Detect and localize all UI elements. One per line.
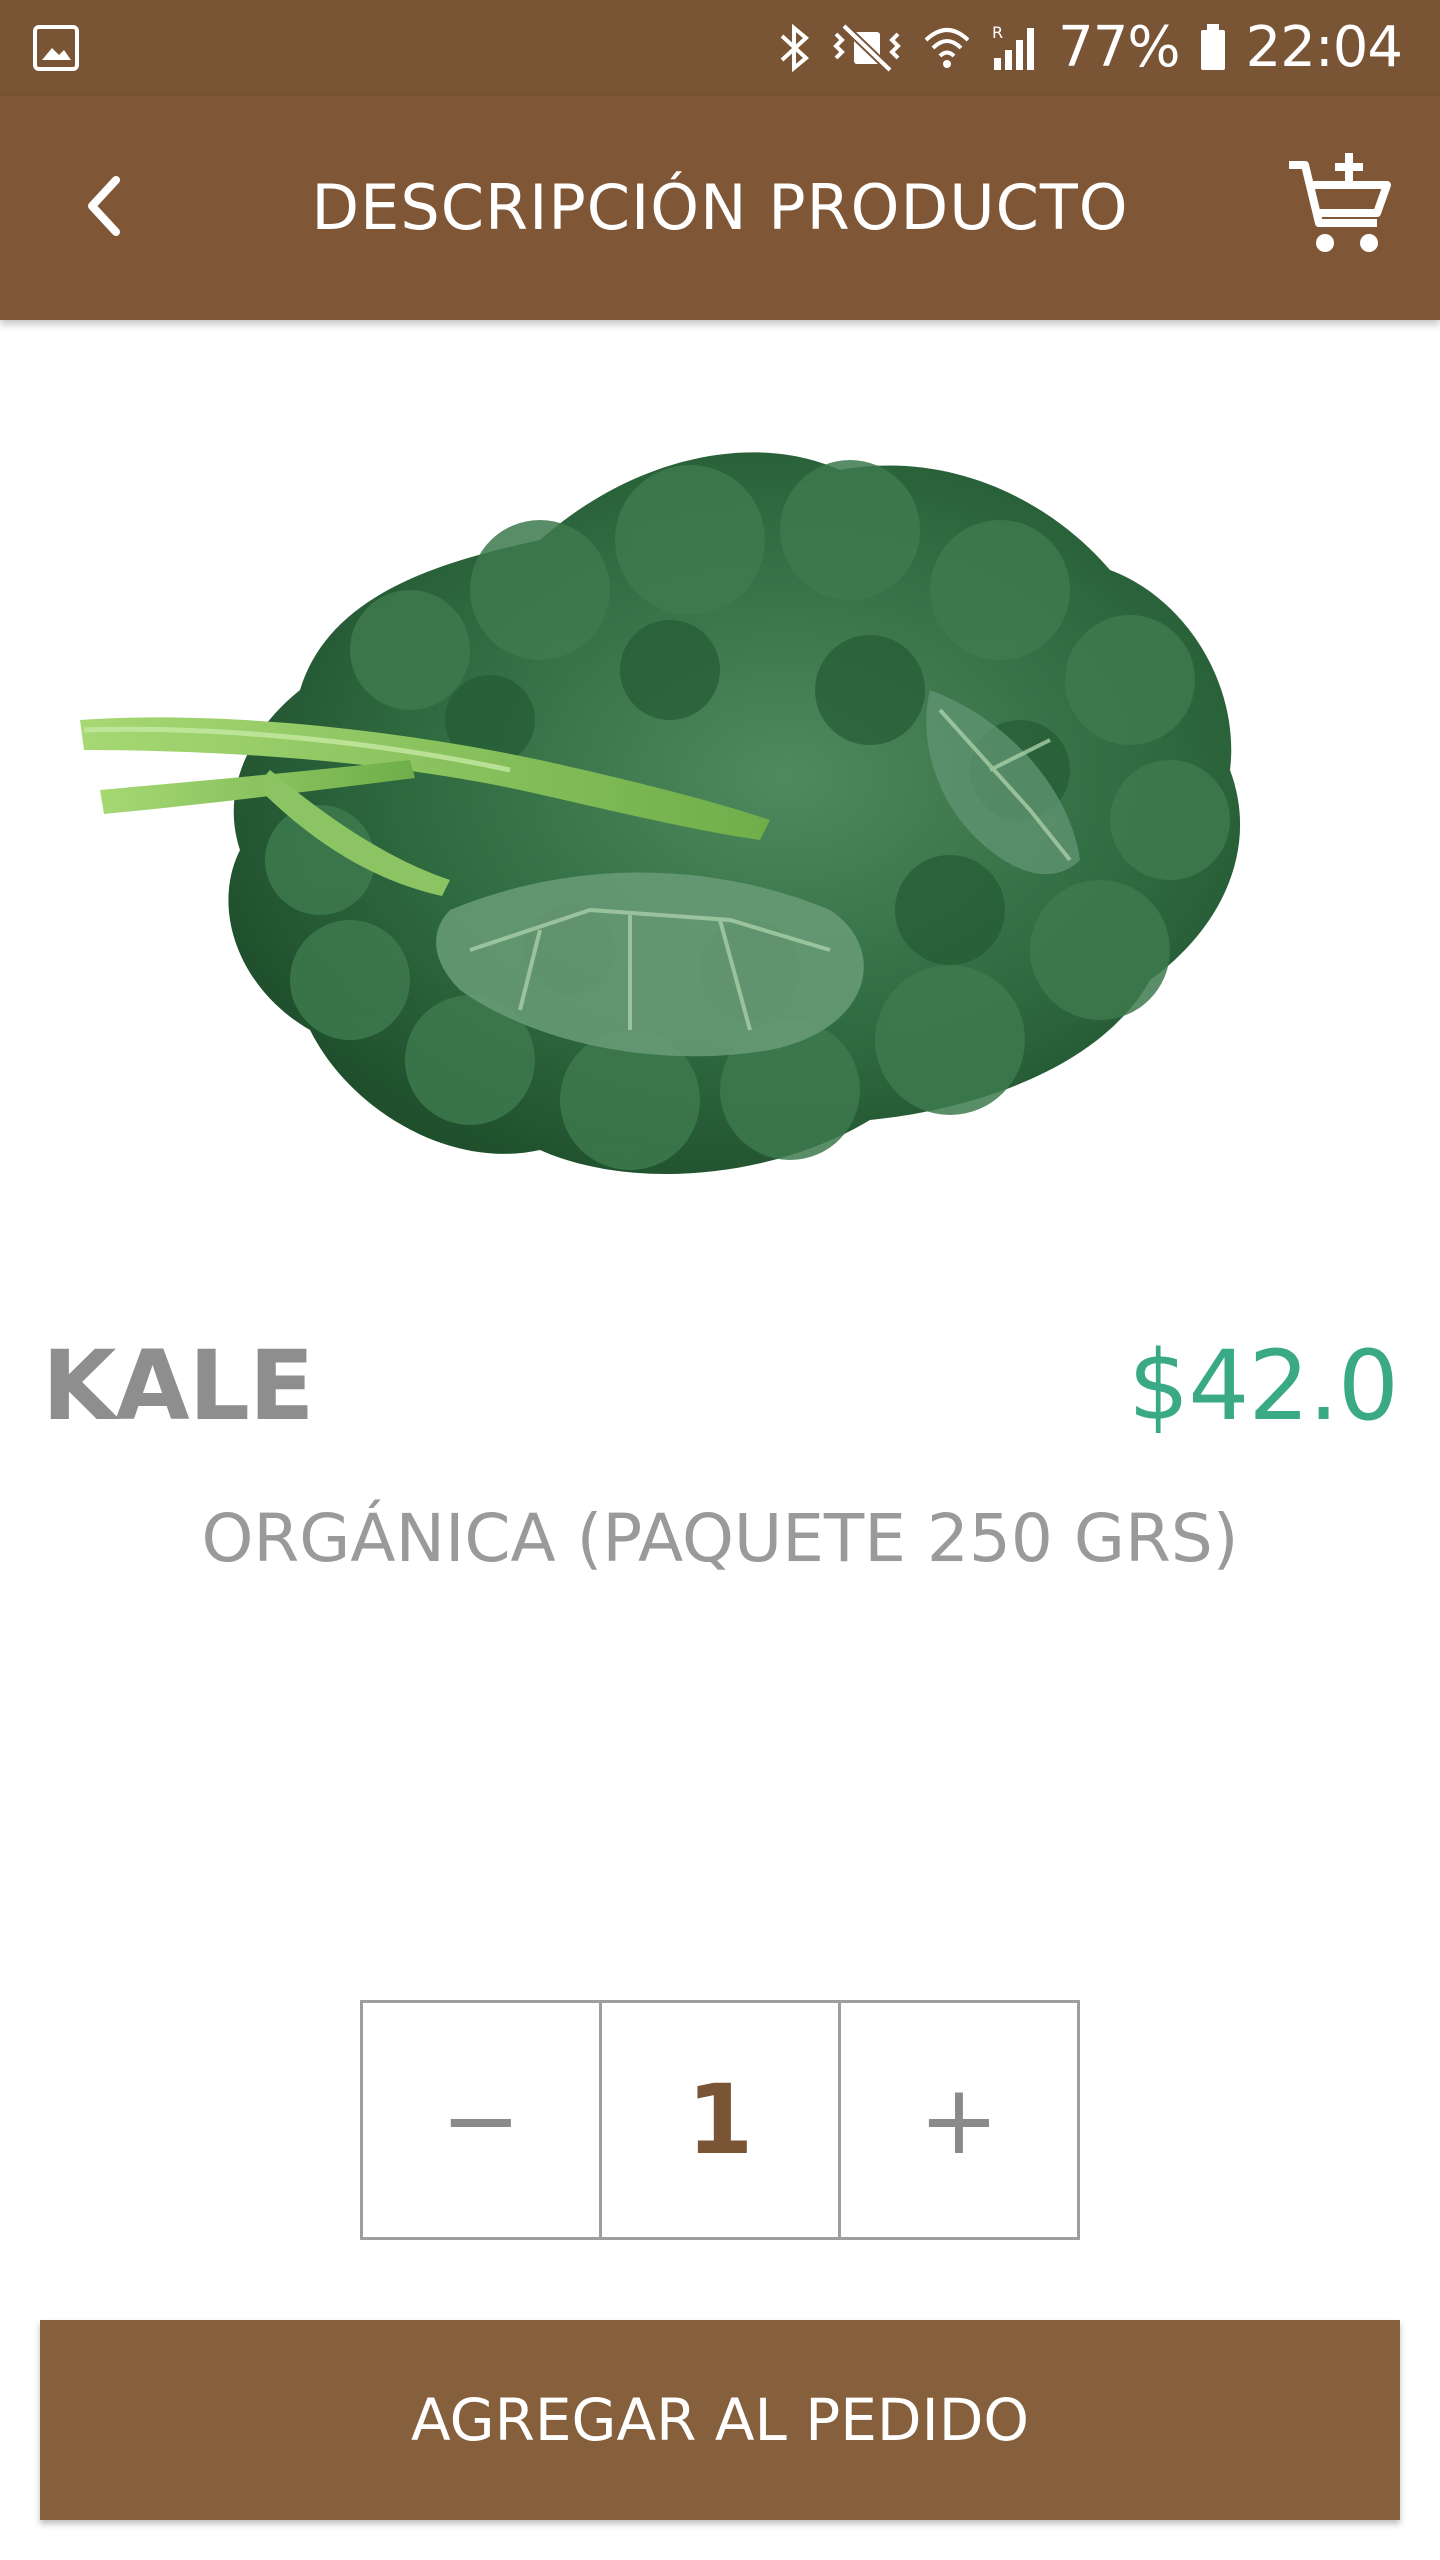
add-to-order-label: AGREGAR AL PEDIDO [410, 2386, 1030, 2454]
kale-leaf-image [80, 452, 1241, 1175]
product-detail-screen: R 77% 22:04 DESCRIPCIÓN PRODUCTO KALE $4… [0, 0, 1440, 2560]
battery-icon [1198, 20, 1228, 76]
bluetooth-icon [778, 20, 812, 76]
page-title: DESCRIPCIÓN PRODUCTO [311, 171, 1129, 244]
product-image [70, 390, 1310, 1250]
signal-icon: R [990, 20, 1040, 76]
product-price: $42.0 [1128, 1330, 1399, 1442]
cart-plus-icon [1285, 149, 1395, 264]
battery-percent: 77% [1058, 15, 1180, 80]
cart-button[interactable] [1280, 146, 1400, 266]
clock-time: 22:04 [1245, 15, 1403, 80]
status-bar: R 77% 22:04 [0, 0, 1440, 96]
product-description: ORGÁNICA (PAQUETE 250 GRS) [201, 1500, 1239, 1577]
decrement-button[interactable]: − [363, 2003, 599, 2237]
quantity-stepper: − 1 + [360, 2000, 1080, 2240]
quantity-value: 1 [599, 2003, 838, 2237]
add-to-order-button[interactable]: AGREGAR AL PEDIDO [40, 2320, 1400, 2520]
app-bar: DESCRIPCIÓN PRODUCTO [0, 96, 1440, 320]
product-name: KALE [42, 1330, 314, 1442]
svg-text:R: R [992, 23, 1003, 42]
gallery-icon [32, 24, 80, 72]
vibrate-icon [830, 20, 904, 76]
increment-button[interactable]: + [838, 2003, 1077, 2237]
wifi-icon [922, 20, 972, 76]
